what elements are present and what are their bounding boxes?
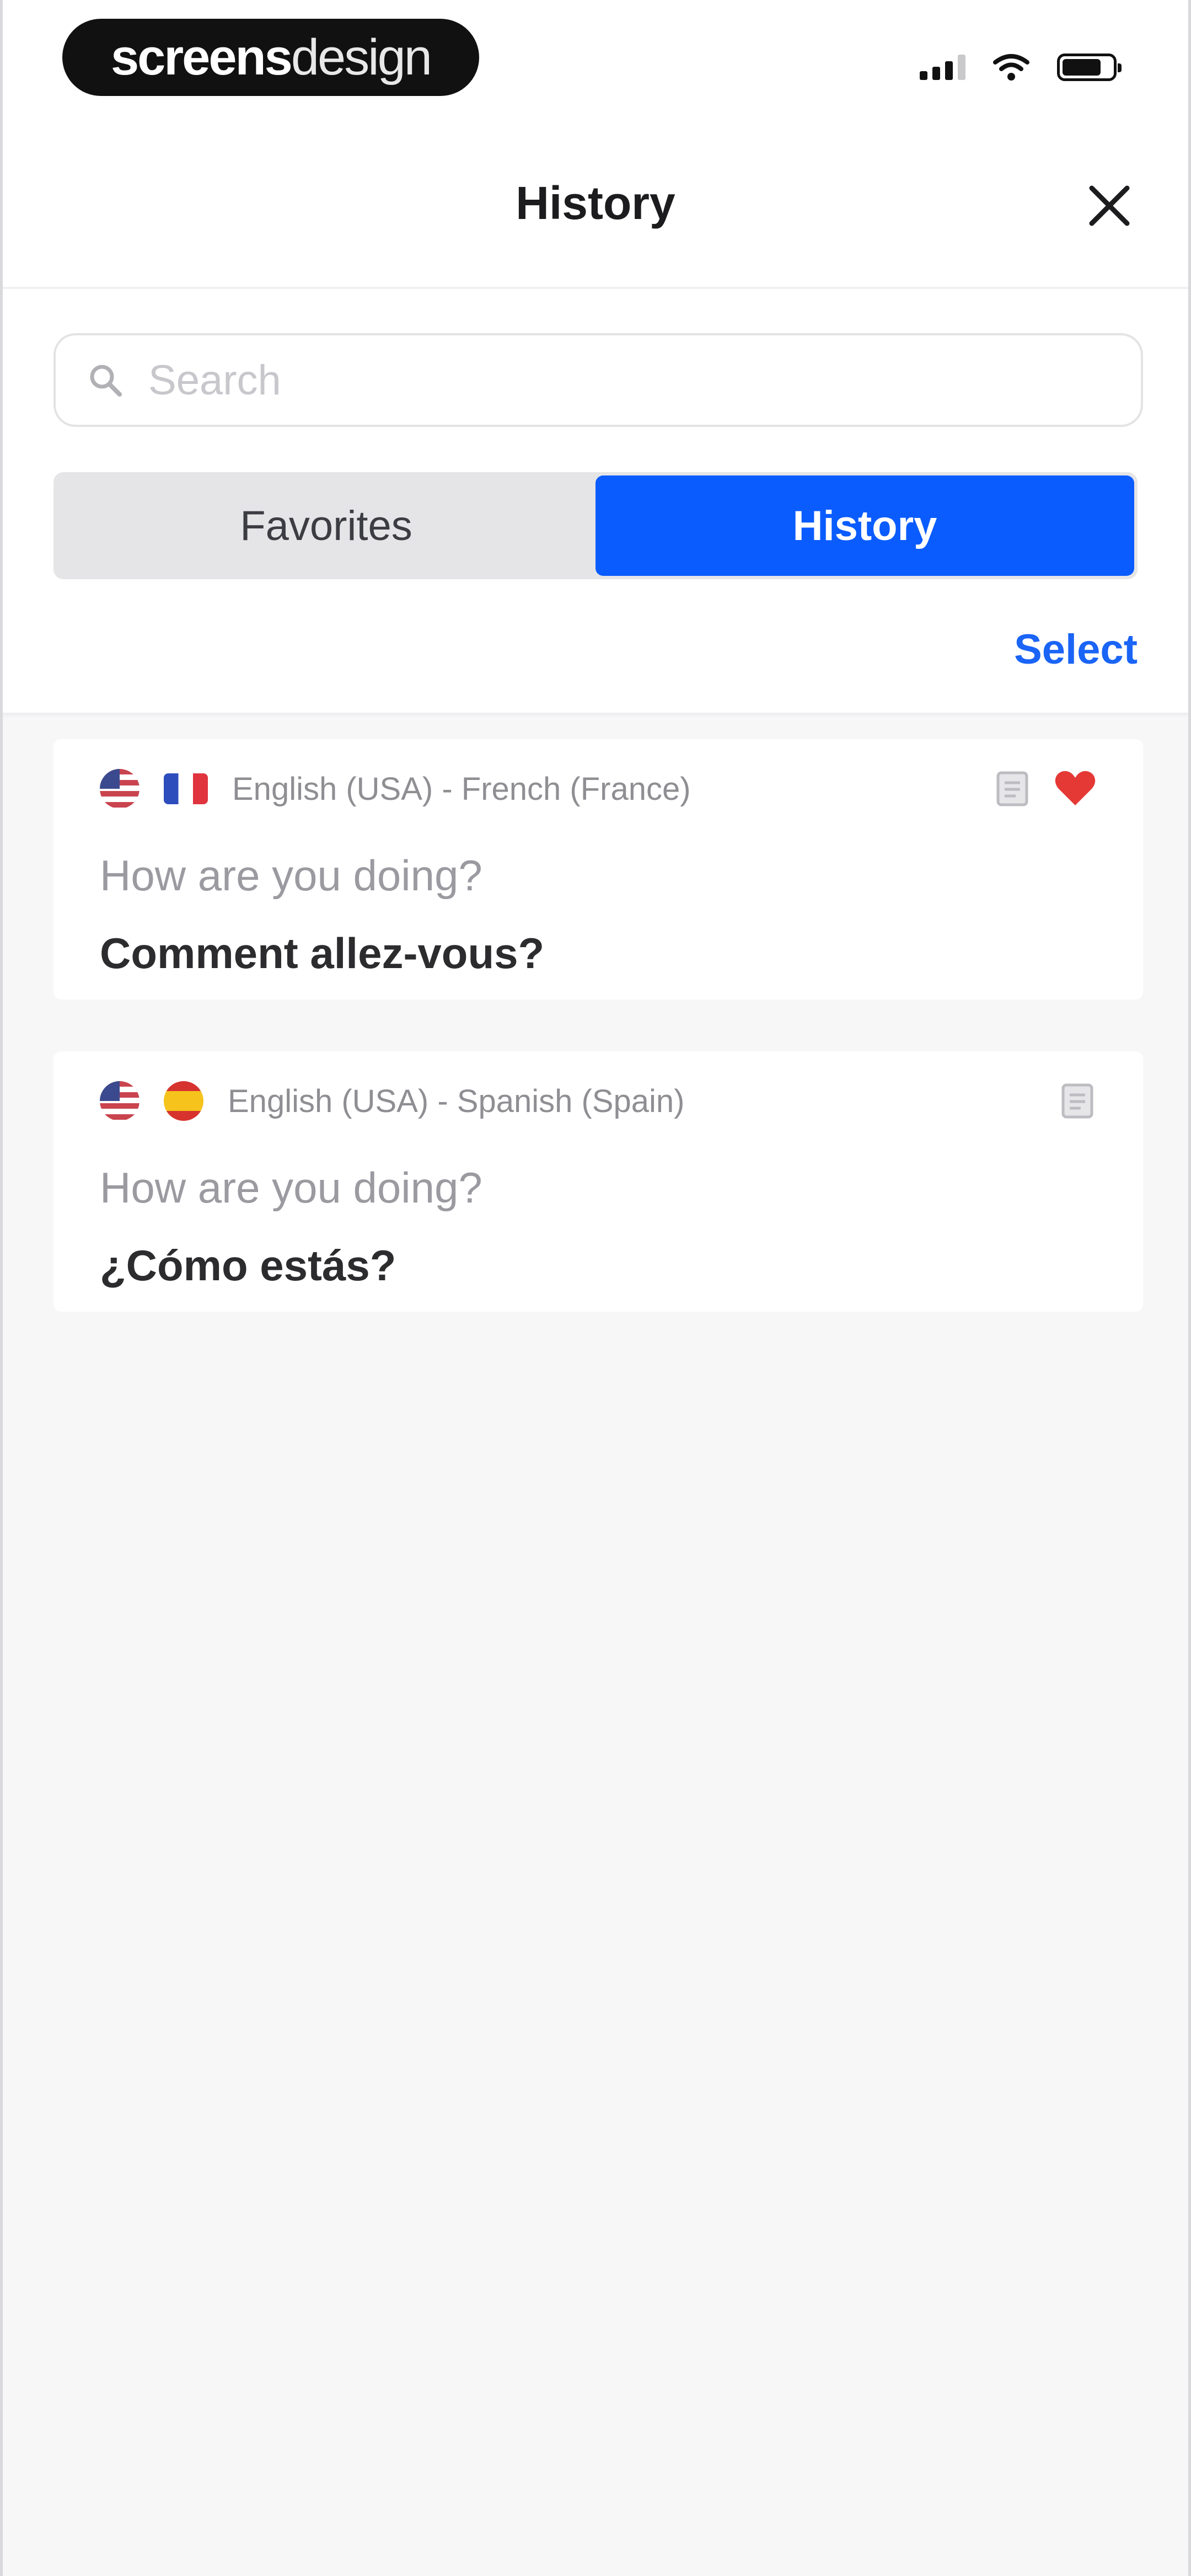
history-item[interactable]: English (USA) - Spanish (Spain) How are … (53, 1051, 1143, 1312)
translation-text: Comment allez-vous? (100, 929, 545, 977)
app-screen: screensdesign History Favorites History … (0, 0, 1191, 2576)
source-text: How are you doing? (100, 1163, 482, 1212)
search-icon (90, 365, 122, 397)
copy-icon[interactable] (993, 769, 1032, 808)
tab-favorites[interactable]: Favorites (57, 475, 596, 576)
watermark-bold-text: screens (111, 29, 293, 85)
search-bar[interactable] (53, 333, 1143, 427)
favorite-heart-icon[interactable] (1054, 767, 1097, 810)
page-title: History (516, 177, 675, 229)
language-pair-label: English (USA) - French (France) (232, 771, 691, 807)
close-icon (1089, 185, 1130, 226)
language-pair-row: English (USA) - Spanish (Spain) (100, 1068, 1097, 1134)
source-text: How are you doing? (100, 851, 482, 900)
segmented-control: Favorites History (53, 472, 1138, 579)
watermark-logo: screens design (62, 19, 479, 96)
nav-divider (3, 287, 1188, 289)
translation-text: ¿Cómo estás? (100, 1241, 396, 1290)
close-button[interactable] (1079, 175, 1140, 236)
language-pair-row: English (USA) - French (France) (100, 756, 1097, 822)
watermark-light-text: design (291, 29, 432, 85)
language-pair-label: English (USA) - Spanish (Spain) (228, 1083, 685, 1119)
us-flag-icon (100, 769, 140, 809)
status-icons (920, 51, 1122, 84)
france-flag-icon (164, 773, 208, 804)
history-item[interactable]: English (USA) - French (France) How are … (53, 739, 1143, 1000)
cellular-signal-icon (920, 55, 965, 80)
spain-flag-icon (164, 1081, 203, 1121)
wifi-icon (993, 54, 1029, 81)
battery-icon (1057, 54, 1122, 81)
copy-icon[interactable] (1058, 1082, 1097, 1120)
search-input[interactable] (148, 356, 1086, 404)
select-button[interactable]: Select (1014, 626, 1138, 674)
header-divider (3, 713, 1188, 718)
tab-history[interactable]: History (596, 475, 1134, 576)
us-flag-icon (100, 1081, 140, 1121)
